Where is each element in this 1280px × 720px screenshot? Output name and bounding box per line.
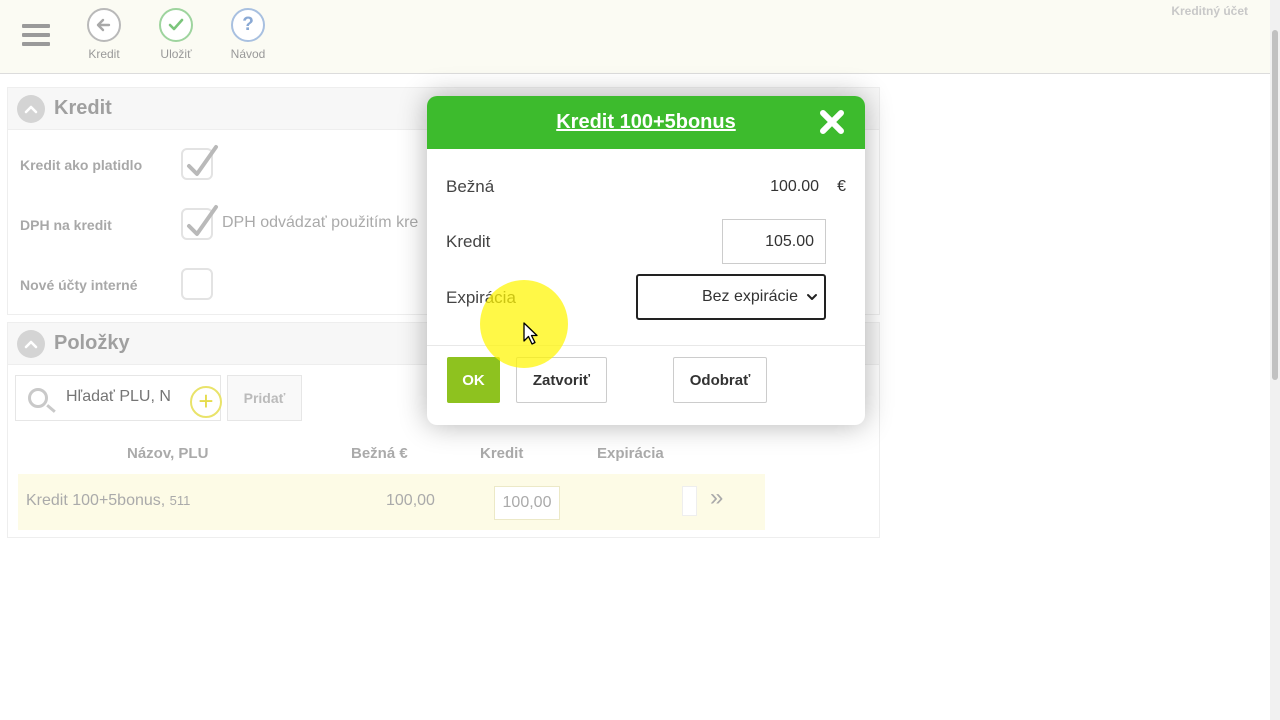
- vat-on-credit-note: DPH odvádzať použitím kre: [222, 214, 419, 231]
- currency-symbol: €: [837, 178, 846, 195]
- mouse-pointer-icon: [523, 322, 538, 345]
- column-header-price: Bežná €: [351, 445, 408, 462]
- save-button[interactable]: Uložiť: [146, 8, 206, 61]
- credit-as-payment-checkbox[interactable]: [181, 145, 218, 180]
- field-label-credit-as-payment: Kredit ako platidlo: [20, 157, 143, 173]
- page-title: Kreditný účet: [1171, 4, 1248, 18]
- item-plu: 511: [169, 493, 191, 508]
- dialog-title[interactable]: Kredit 100+5bonus: [556, 111, 736, 134]
- save-label: Uložiť: [160, 47, 192, 61]
- help-label: Návod: [230, 47, 266, 61]
- vat-on-credit-checkbox[interactable]: [181, 205, 218, 240]
- field-label-new-accounts-internal: Nové účty interné: [20, 277, 138, 293]
- dialog-header: Kredit 100+5bonus: [427, 96, 865, 149]
- normal-price-label: Bežná: [446, 177, 495, 196]
- check-icon: [159, 8, 193, 42]
- column-header-name: Názov, PLU: [127, 445, 209, 462]
- item-price: 100,00: [386, 492, 435, 509]
- chevron-down-icon: [807, 294, 817, 300]
- kredit-back-button[interactable]: Kredit: [74, 8, 134, 61]
- scrollbar-thumb[interactable]: [1272, 30, 1278, 380]
- table-row[interactable]: Kredit 100+5bonus, 511 100,00 100,00 »: [18, 474, 765, 530]
- item-credit-input[interactable]: 100,00: [494, 486, 560, 520]
- new-accounts-internal-checkbox[interactable]: [181, 268, 213, 300]
- column-header-credit: Kredit: [480, 445, 524, 462]
- search-box: +: [15, 375, 222, 421]
- normal-price-value: 100.00: [770, 178, 819, 195]
- toolbar: Kredit Uložiť ? Návod Kreditný účet: [0, 0, 1270, 74]
- question-icon: ?: [231, 8, 265, 42]
- ok-button[interactable]: OK: [447, 357, 500, 403]
- credit-edit-dialog: Kredit 100+5bonus Bežná 100.00 € Kredit …: [427, 96, 865, 425]
- scrollbar[interactable]: [1270, 0, 1280, 720]
- checkmark-icon: [187, 145, 218, 176]
- item-expiration-field[interactable]: [682, 486, 697, 516]
- plus-icon[interactable]: +: [190, 386, 222, 418]
- expiration-select-value: Bez expirácie: [701, 288, 798, 305]
- credit-input[interactable]: [722, 219, 826, 264]
- field-label-vat-on-credit: DPH na kredit: [20, 217, 112, 233]
- chevron-up-icon[interactable]: [17, 329, 45, 358]
- checkmark-icon: [187, 205, 218, 236]
- search-input[interactable]: [66, 388, 191, 406]
- expiration-select[interactable]: Bez expirácie: [636, 274, 826, 320]
- add-button[interactable]: Pridať: [227, 375, 302, 421]
- search-icon: [28, 388, 48, 408]
- item-detail-button[interactable]: »: [710, 484, 723, 512]
- arrow-left-icon: [87, 8, 121, 42]
- close-icon[interactable]: [819, 109, 845, 135]
- column-header-expiration: Expirácia: [597, 445, 664, 462]
- help-button[interactable]: ? Návod: [218, 8, 278, 61]
- items-panel-title: Položky: [54, 332, 130, 354]
- kredit-back-label: Kredit: [88, 47, 120, 61]
- chevron-up-icon[interactable]: [17, 94, 45, 123]
- item-name: Kredit 100+5bonus, 511: [26, 492, 191, 509]
- hamburger-icon[interactable]: [22, 24, 50, 48]
- kredit-panel-title: Kredit: [54, 97, 112, 119]
- credit-label: Kredit: [446, 232, 491, 251]
- remove-button[interactable]: Odobrať: [673, 357, 767, 403]
